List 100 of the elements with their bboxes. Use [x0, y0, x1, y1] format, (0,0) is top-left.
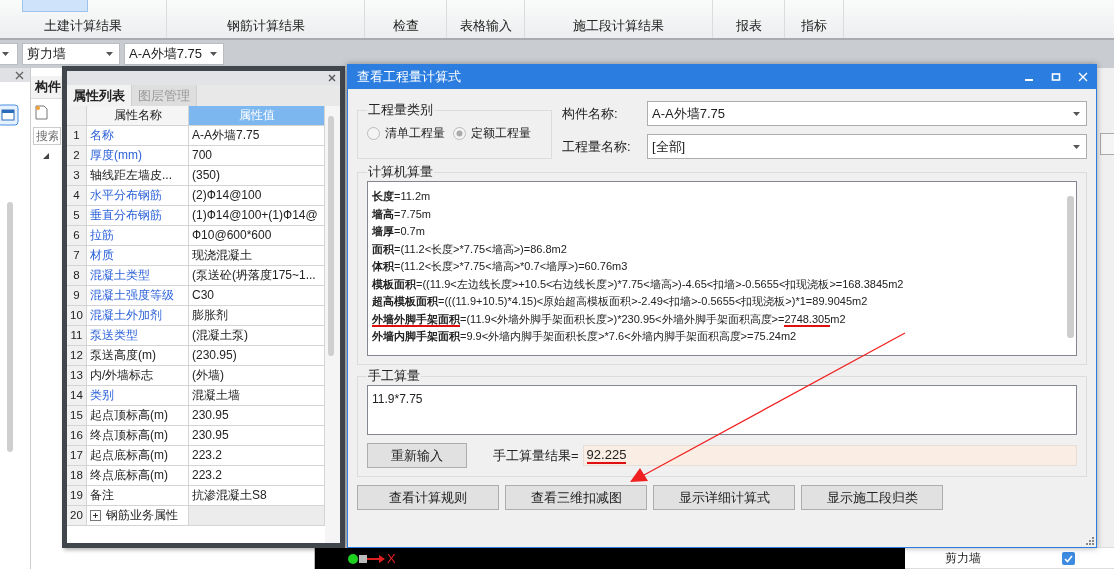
row-number: 11	[67, 326, 87, 346]
group-label: 计算机算量	[367, 163, 434, 181]
window-icon[interactable]	[0, 104, 19, 126]
row-number: 10	[67, 306, 87, 326]
action-button[interactable]: 查看三维扣减图	[505, 485, 647, 510]
ribbon-group-label[interactable]: 钢筋计算结果	[226, 17, 305, 35]
panel-tab[interactable]: 构件	[35, 78, 61, 96]
table-cell-text: 剪力墙	[944, 549, 982, 567]
table-cell: 材质	[87, 246, 189, 266]
formula-line: 墙厚=0.7m	[372, 224, 426, 239]
caret-icon	[1073, 111, 1080, 116]
header-cell	[67, 106, 87, 126]
tab[interactable]: 属性列表	[67, 85, 132, 106]
ribbon-group-label[interactable]: 指标	[801, 17, 827, 35]
table-cell: 混凝土外加剂	[87, 306, 189, 326]
row-number: 1	[67, 126, 87, 146]
caret-icon	[1073, 144, 1080, 149]
caret-icon	[2, 52, 9, 56]
action-button[interactable]: 显示详细计算式	[653, 485, 795, 510]
formula-line: 墙高=7.75m	[372, 206, 433, 222]
row-number: 17	[67, 446, 87, 466]
table-cell: 名称	[87, 126, 189, 146]
row-number: 18	[67, 466, 87, 486]
field-label: 构件名称:	[562, 104, 619, 123]
row-number: 20	[67, 506, 87, 526]
drawing-canvas[interactable]: X	[315, 548, 905, 569]
ribbon-group-label[interactable]: 检查	[392, 17, 419, 35]
caret-icon	[106, 52, 113, 56]
expand-icon[interactable]	[90, 510, 101, 521]
scrollbar[interactable]	[7, 202, 13, 452]
formula-line: 长度=11.2m	[372, 189, 432, 204]
radio-button[interactable]: 清单工程量	[367, 125, 445, 142]
row-number: 9	[67, 286, 87, 306]
scrollbar-thumb[interactable]	[1067, 196, 1074, 338]
group-row[interactable]: 钢筋业务属性	[87, 506, 189, 526]
formula-line: 模板面积=((11.9<左边线长度>+10.5<右边线长度>)*7.75<墙高>)-4.65<扣墙>-0.5655<扣现浇板>=168.3845m2	[372, 276, 905, 292]
dropdown[interactable]: [全部]	[647, 134, 1087, 159]
new-button[interactable]	[35, 104, 48, 120]
dropdown[interactable]: A-A外墙7.75	[647, 101, 1087, 126]
table-cell: 泵送高度(m)	[87, 346, 189, 366]
row-number: 16	[67, 426, 87, 446]
row-number: 15	[67, 406, 87, 426]
axis-icon	[347, 551, 387, 566]
row-number: 12	[67, 346, 87, 366]
reset-button[interactable]: 重新输入	[367, 443, 467, 468]
ribbon-tile[interactable]	[22, 0, 88, 12]
table-cell: 轴线距左墙皮...	[87, 166, 189, 186]
table-cell: 拉筋	[87, 226, 189, 246]
close-icon[interactable]	[328, 74, 336, 82]
expanded-icon[interactable]	[43, 153, 49, 159]
group-label: 手工算量	[367, 367, 421, 385]
radio-circle[interactable]	[453, 127, 466, 140]
close-icon[interactable]	[15, 70, 24, 80]
table-cell: 终点底标高(m)	[87, 466, 189, 486]
table-cell: 内/外墙标志	[87, 366, 189, 386]
panel-button[interactable]	[1100, 133, 1114, 155]
table-cell: 混凝土类型	[87, 266, 189, 286]
dropdown[interactable]: 剪力墙	[22, 43, 120, 65]
row-number: 5	[67, 206, 87, 226]
ribbon-group-label[interactable]: 土建计算结果	[44, 17, 122, 35]
field-label: 手工算量结果=	[493, 446, 580, 465]
row-number: 13	[67, 366, 87, 386]
formula-line: 面积=(11.2<长度>*7.75<墙高>)=86.8m2	[372, 241, 568, 257]
text-area[interactable]	[367, 181, 1077, 356]
ribbon-group-label[interactable]: 表格输入	[459, 17, 512, 35]
resize-grip-icon[interactable]	[1086, 537, 1094, 545]
table-cell: 起点底标高(m)	[87, 446, 189, 466]
dropdown[interactable]	[0, 43, 18, 65]
caret-icon	[210, 52, 217, 56]
row-number: 6	[67, 226, 87, 246]
group-label: 钢筋业务属性	[106, 507, 178, 524]
radio-button[interactable]: 定额工程量	[453, 125, 531, 142]
row-number: 2	[67, 146, 87, 166]
column-header[interactable]: 属性名称	[87, 106, 189, 126]
table-cell: 终点顶标高(m)	[87, 426, 189, 446]
formula-line: 体积=(11.2<长度>*7.75<墙高>*0.7<墙厚>)=60.76m3	[372, 259, 629, 274]
field-label: 工程量名称:	[562, 137, 632, 156]
dropdown[interactable]: A-A外墙7.75	[124, 43, 224, 65]
result-field[interactable]: 92.225	[582, 445, 1077, 466]
document-icon	[35, 104, 48, 120]
ribbon-group-label[interactable]: 报表	[735, 17, 762, 35]
action-button[interactable]: 显示施工段归类	[801, 485, 943, 510]
radio-circle[interactable]	[367, 127, 380, 140]
table-cell: 厚度(mm)	[87, 146, 189, 166]
window-title: 查看工程量计算式	[357, 68, 461, 86]
axis-label: X	[387, 552, 396, 565]
table-cell: 备注	[87, 486, 189, 506]
row-number: 3	[67, 166, 87, 186]
scrollbar-thumb[interactable]	[328, 116, 334, 356]
row-number: 7	[67, 246, 87, 266]
table-cell: 混凝土强度等级	[87, 286, 189, 306]
table-cell: 泵送类型	[87, 326, 189, 346]
formula-line: 超高模板面积=(((11.9+10.5)*4.15)<原始超高模板面积>-2.49<扣墙>-0.5655<扣现浇板>)*1=89.9045m2	[372, 294, 869, 309]
maximize-icon[interactable]	[1051, 72, 1061, 82]
row-number: 19	[67, 486, 87, 506]
row-number: 4	[67, 186, 87, 206]
checkbox[interactable]	[1062, 551, 1075, 565]
input-field[interactable]: 11.9*7.75	[367, 385, 1077, 435]
action-button[interactable]: 查看计算规则	[357, 485, 499, 510]
ribbon-group-label[interactable]: 施工段计算结果	[573, 17, 664, 35]
